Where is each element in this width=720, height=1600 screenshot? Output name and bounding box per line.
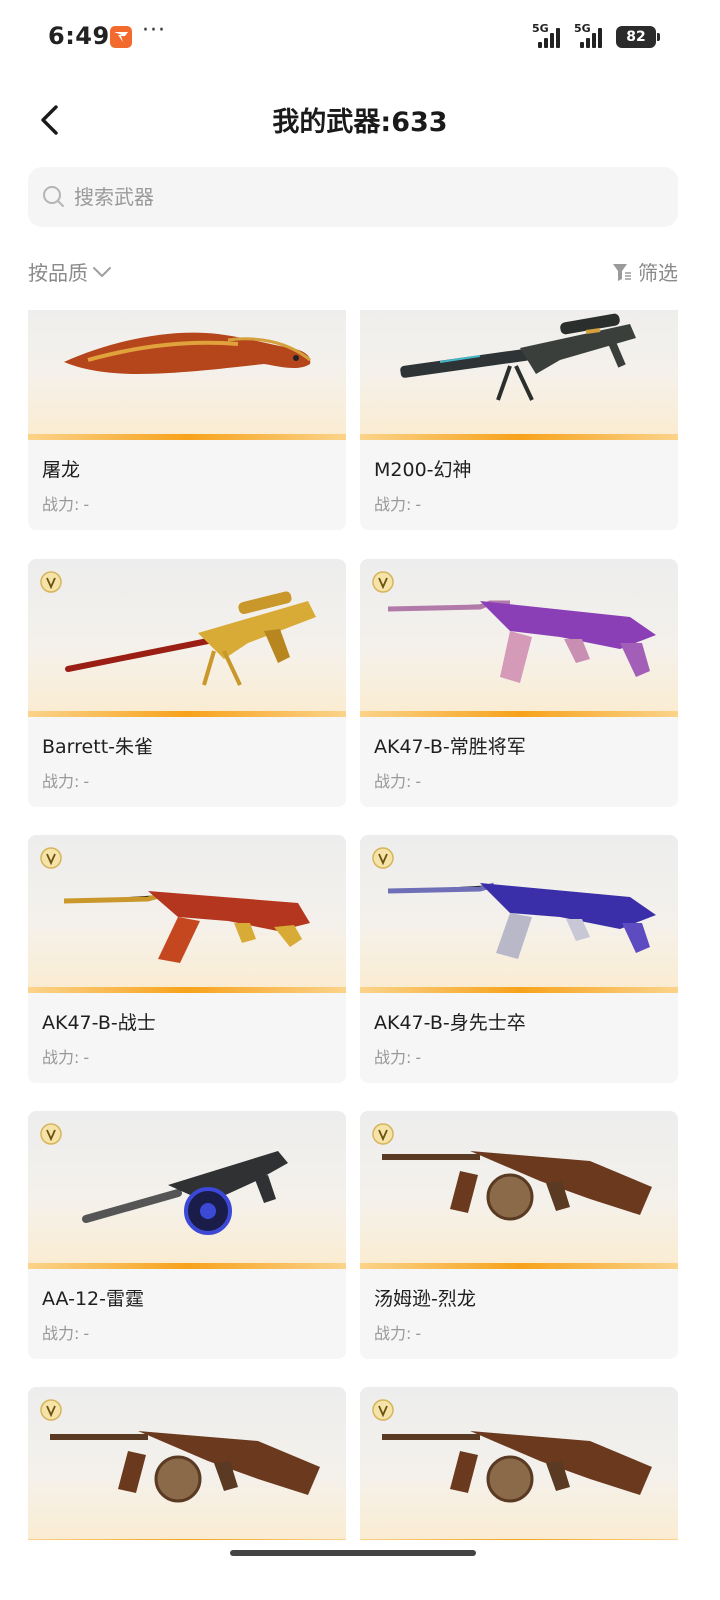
weapon-power: 战力: - <box>42 772 90 791</box>
weapon-image-area <box>360 1387 678 1540</box>
chevron-left-icon <box>41 105 58 135</box>
chevron-down-icon <box>93 266 111 277</box>
filter-button[interactable]: 筛选 <box>612 257 678 286</box>
tommy-gun-image <box>382 1431 652 1503</box>
search-input[interactable] <box>74 185 634 209</box>
weapon-image-area <box>28 1111 346 1269</box>
status-bar: 6:49 ··· 5G 5G 82 <box>0 0 720 78</box>
battery-indicator: 82 <box>616 26 660 48</box>
ak47-image <box>387 600 656 683</box>
signal-5g-icon: 5G <box>532 22 572 48</box>
weapon-name: Barrett-朱雀 <box>42 736 153 758</box>
weapon-name: 汤姆逊-烈龙 <box>374 1288 476 1310</box>
tommy-gun-image <box>50 1431 320 1503</box>
app-notification-icon <box>110 26 132 48</box>
shotgun-image <box>82 1151 288 1235</box>
weapon-image-area <box>28 559 346 717</box>
weapon-card[interactable]: AA-12-雷霆 战力: - <box>28 1111 346 1359</box>
weapon-card[interactable] <box>28 1387 346 1540</box>
weapon-name: AK47-B-常胜将军 <box>374 736 526 758</box>
weapon-power: 战力: - <box>42 1048 90 1067</box>
knife-image <box>64 332 311 374</box>
weapon-grid: 屠龙 战力: - M200-幻神 战力: - Barrett-朱雀 战力: - … <box>0 310 720 1540</box>
signal-5g-secondary-icon: 5G <box>574 22 614 48</box>
weapon-image-area <box>360 835 678 993</box>
more-notifications-icon: ··· <box>142 18 166 43</box>
weapon-name: M200-幻神 <box>374 459 472 481</box>
weapon-name: AK47-B-身先士卒 <box>374 1012 526 1034</box>
weapon-image-area <box>28 310 346 440</box>
weapon-power: 战力: - <box>42 495 90 514</box>
weapon-power: 战力: - <box>374 772 422 791</box>
sniper-rifle-image <box>400 313 636 401</box>
weapon-name: AA-12-雷霆 <box>42 1288 144 1310</box>
search-icon <box>43 186 64 207</box>
ak47-image <box>63 891 310 963</box>
weapon-card[interactable]: 屠龙 战力: - <box>28 310 346 530</box>
sort-by-quality-dropdown[interactable]: 按品质 <box>28 257 112 286</box>
filter-label: 筛选 <box>638 261 678 285</box>
status-time: 6:49 <box>48 22 110 50</box>
weapon-image-area <box>28 835 346 993</box>
weapon-power: 战力: - <box>374 1324 422 1343</box>
barrett-rifle-image <box>65 591 316 686</box>
page-title: 我的武器:633 <box>272 107 448 138</box>
weapon-image-area <box>360 559 678 717</box>
weapon-image-area <box>360 310 678 440</box>
weapon-image-area <box>28 1387 346 1540</box>
weapon-name: AK47-B-战士 <box>42 1012 156 1034</box>
weapon-card[interactable] <box>360 1387 678 1540</box>
weapon-card[interactable]: AK47-B-身先士卒 战力: - <box>360 835 678 1083</box>
back-button[interactable] <box>28 98 72 142</box>
weapon-power: 战力: - <box>374 495 422 514</box>
home-indicator[interactable] <box>230 1550 476 1556</box>
weapon-card[interactable]: AK47-B-常胜将军 战力: - <box>360 559 678 807</box>
search-bar[interactable] <box>28 167 678 227</box>
ak47-image <box>387 882 656 959</box>
filter-icon <box>613 263 631 281</box>
tommy-gun-image <box>382 1151 652 1221</box>
weapon-power: 战力: - <box>374 1048 422 1067</box>
weapon-card[interactable]: Barrett-朱雀 战力: - <box>28 559 346 807</box>
weapon-card[interactable]: AK47-B-战士 战力: - <box>28 835 346 1083</box>
weapon-image-area <box>360 1111 678 1269</box>
sort-label: 按品质 <box>28 261 88 285</box>
weapon-card[interactable]: 汤姆逊-烈龙 战力: - <box>360 1111 678 1359</box>
weapon-card[interactable]: M200-幻神 战力: - <box>360 310 678 530</box>
weapon-name: 屠龙 <box>42 459 81 481</box>
weapon-power: 战力: - <box>42 1324 90 1343</box>
